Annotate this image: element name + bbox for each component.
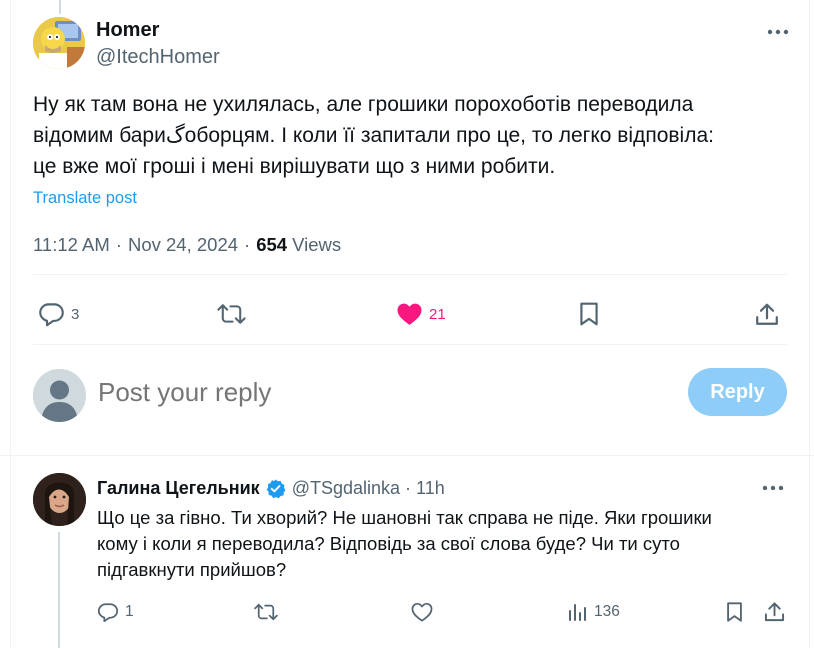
analytics-icon: [568, 602, 588, 622]
divider: [33, 274, 787, 275]
homer-avatar-image: [33, 17, 85, 69]
post-date[interactable]: Nov 24, 2024: [128, 234, 238, 256]
like-button[interactable]: [411, 596, 439, 628]
reply-submit-button[interactable]: Reply: [688, 368, 787, 416]
verified-badge-icon: [265, 478, 286, 499]
views-count: 136: [594, 603, 620, 620]
share-button[interactable]: [755, 293, 779, 335]
post-header: Homer @ItechHomer: [33, 16, 793, 72]
views-button[interactable]: 136: [568, 596, 620, 628]
post-text: Ну як там вона не ухилялась, але грошики…: [33, 93, 714, 178]
views-count[interactable]: 654: [256, 234, 287, 256]
reply-button[interactable]: 1: [97, 596, 134, 628]
heart-filled-icon: [396, 302, 423, 326]
reply-text: Що це за гівно. Ти хворий? Не шановні та…: [97, 507, 712, 580]
bookmark-button[interactable]: [578, 293, 600, 335]
reply-composer: Reply: [33, 366, 787, 422]
share-icon: [755, 302, 779, 327]
reply-action-bar: 1 136: [97, 596, 797, 628]
reply-icon: [97, 602, 119, 623]
repost-icon: [254, 602, 278, 622]
thread-connector-line: [58, 532, 60, 648]
bookmark-button[interactable]: [725, 596, 744, 628]
reply-time[interactable]: 11h: [416, 478, 445, 499]
repost-button[interactable]: [217, 293, 252, 335]
repost-button[interactable]: [254, 596, 284, 628]
thread-connector-line: [59, 0, 61, 14]
translate-post-link[interactable]: Translate post: [33, 189, 137, 208]
current-user-avatar[interactable]: [33, 369, 86, 422]
post-meta: 11:12 AM · Nov 24, 2024 · 654 Views: [33, 234, 341, 256]
reply-count: 1: [125, 603, 134, 620]
heart-icon: [411, 602, 433, 622]
views-label: Views: [292, 234, 342, 255]
reply-author-name[interactable]: Галина Цегельник: [97, 478, 260, 499]
reply-header: Галина Цегельник @TSgdalinka · 11h: [97, 476, 445, 500]
bookmark-icon: [578, 301, 600, 327]
post-action-bar: 3 21: [33, 293, 787, 335]
share-button[interactable]: [764, 596, 785, 628]
reply-icon: [38, 302, 65, 327]
reply-author-photo: [33, 473, 86, 526]
more-icon[interactable]: [760, 478, 786, 498]
share-icon: [764, 601, 785, 623]
reply-count: 3: [71, 305, 80, 323]
reply-author-handle[interactable]: @TSgdalinka: [292, 478, 400, 499]
more-icon[interactable]: [765, 22, 791, 42]
reply-button[interactable]: 3: [38, 293, 79, 335]
like-count: 21: [429, 305, 446, 323]
meta-separator: ·: [405, 477, 412, 498]
divider: [0, 455, 814, 456]
author-avatar[interactable]: [33, 17, 85, 69]
author-handle[interactable]: @ItechHomer: [96, 46, 220, 69]
bookmark-icon: [725, 601, 744, 623]
reply-input[interactable]: [98, 377, 658, 408]
reply-author-avatar[interactable]: [33, 473, 86, 526]
like-button[interactable]: 21: [396, 293, 446, 335]
default-avatar-icon: [33, 369, 86, 422]
divider: [33, 344, 787, 345]
post-time[interactable]: 11:12 AM: [33, 234, 110, 256]
author-name[interactable]: Homer: [96, 19, 159, 42]
repost-icon: [217, 302, 246, 326]
meta-separator: ·: [244, 234, 251, 255]
meta-separator: ·: [115, 234, 122, 255]
